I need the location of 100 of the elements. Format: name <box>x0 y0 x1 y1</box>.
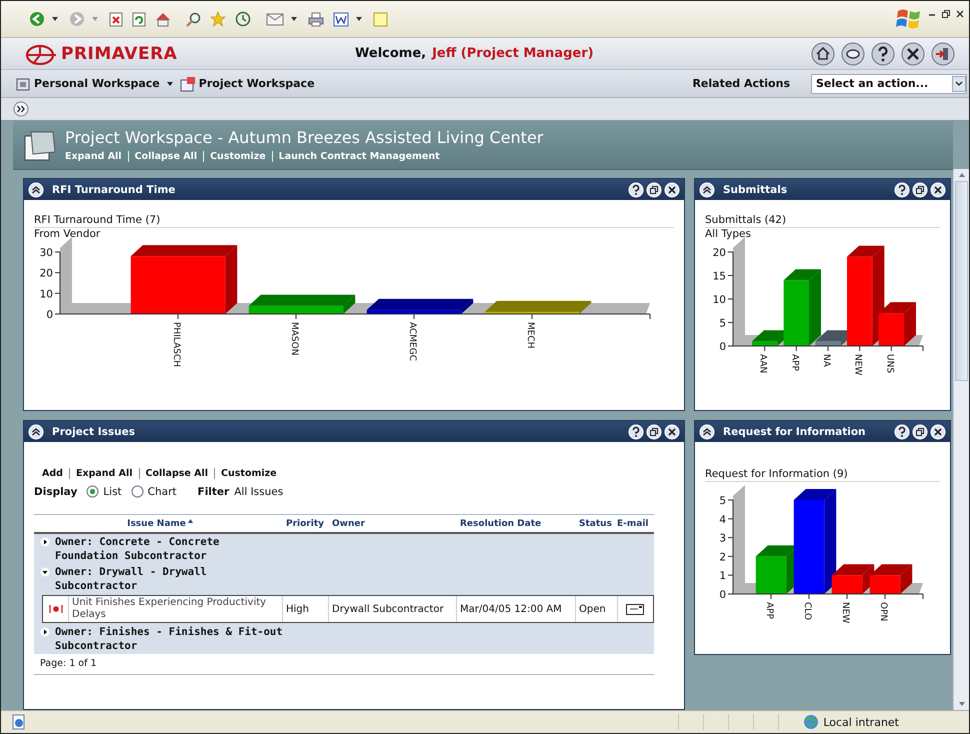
tick-label: 5 <box>719 318 726 330</box>
tick-label: 5 <box>719 495 726 507</box>
group-label: Owner: Drywall - Drywall Subcontractor <box>55 565 208 593</box>
welcome-text: Welcome, <box>355 46 426 61</box>
bar <box>878 313 904 346</box>
table-cell: High <box>283 596 329 622</box>
issue-icon <box>48 604 62 614</box>
workspace-link[interactable]: Collapse All <box>128 151 204 162</box>
bar <box>752 341 778 346</box>
issues-link[interactable]: Customize <box>214 468 283 479</box>
scrollbar[interactable] <box>953 169 969 710</box>
category-label: NEW <box>852 354 863 376</box>
column-header[interactable]: Priority <box>286 519 332 529</box>
column-header[interactable]: Owner <box>332 519 460 529</box>
tick-label: 30 <box>40 247 53 259</box>
category-label: UNS <box>884 354 894 374</box>
radio-label[interactable]: Chart <box>148 486 177 498</box>
collapse-icon[interactable] <box>699 182 715 198</box>
personal-workspace-link[interactable]: Personal Workspace <box>15 76 160 92</box>
home-icon[interactable] <box>811 42 835 66</box>
project-workspace-link[interactable]: Project Workspace <box>180 76 315 92</box>
radio-button[interactable] <box>86 485 100 498</box>
column-header[interactable]: E-mail <box>617 519 654 529</box>
category-label: CLO <box>802 602 812 620</box>
workspace-link[interactable]: Launch Contract Management <box>272 151 446 162</box>
tick-label: 0 <box>719 341 726 353</box>
tick-label: 20 <box>712 247 726 259</box>
dropdown-icon[interactable] <box>952 76 966 92</box>
restore-icon[interactable] <box>912 424 928 440</box>
chart-heading: Request for Information (9) <box>705 468 940 482</box>
display-label: Display <box>34 486 78 498</box>
restore-icon[interactable] <box>646 424 662 440</box>
radio-label[interactable]: List <box>103 486 122 498</box>
restore-icon[interactable] <box>912 182 928 198</box>
restore-icon[interactable] <box>941 9 951 19</box>
help-icon[interactable] <box>871 42 895 66</box>
security-zone: Local intranet <box>823 716 899 728</box>
refresh-icon[interactable] <box>132 12 146 26</box>
column-header[interactable]: Issue Name <box>34 519 286 529</box>
collapse-icon[interactable] <box>28 182 44 198</box>
tick-label: 20 <box>40 268 53 280</box>
bar <box>832 575 862 594</box>
workspace-title: Project Workspace - Autumn Breezes Assisted Living Center <box>65 128 544 147</box>
history-icon[interactable] <box>235 11 251 27</box>
printer-icon[interactable] <box>308 12 324 26</box>
disk-icon[interactable] <box>841 42 865 66</box>
bar <box>815 341 841 346</box>
column-header[interactable]: Status <box>579 519 617 529</box>
category-label: NEW <box>840 602 850 624</box>
collapse-icon[interactable] <box>699 424 715 440</box>
workspace-link[interactable]: Expand All <box>65 151 128 162</box>
close-icon[interactable] <box>955 9 965 19</box>
envelope-icon[interactable] <box>626 604 644 614</box>
user-name: Jeff (Project Manager) <box>432 46 594 61</box>
scroll-thumb[interactable] <box>955 181 968 381</box>
category-label: OPN <box>878 602 888 622</box>
issues-link[interactable]: Expand All <box>68 468 139 479</box>
action-select[interactable]: Select an action... <box>811 74 967 94</box>
bar <box>756 556 786 594</box>
restore-icon[interactable] <box>646 182 662 198</box>
dropdown-icon[interactable] <box>356 16 362 22</box>
table-cell: Drywall Subcontractor <box>329 596 457 622</box>
group-label: Owner: Finishes - Finishes & Fit-out Subcontractor <box>55 625 284 653</box>
table-cell[interactable]: Unit Finishes Experiencing Productivity Delays <box>69 596 283 622</box>
workspace-link[interactable]: Customize <box>203 151 272 162</box>
dropdown-icon[interactable] <box>52 16 58 22</box>
tick-label: 0 <box>719 589 726 601</box>
star-icon[interactable] <box>210 11 226 27</box>
portlet-title: Project Issues <box>52 426 135 438</box>
tick-label: 10 <box>40 288 53 300</box>
issues-link[interactable]: Collapse All <box>138 468 214 479</box>
filter-value[interactable]: All Issues <box>234 486 284 498</box>
tick-label: 0 <box>46 309 53 321</box>
chart-heading: Submittals (42) <box>705 214 940 228</box>
filter-label: Filter <box>198 486 230 498</box>
search-icon[interactable] <box>186 12 201 26</box>
issues-link[interactable]: Add <box>42 468 69 479</box>
dropdown-icon[interactable] <box>166 80 173 86</box>
category-label: NA <box>821 354 831 367</box>
collapse-icon[interactable] <box>28 424 44 440</box>
category-label: MECH <box>525 322 535 349</box>
tick-label: 4 <box>719 514 726 526</box>
tick-label: 15 <box>712 270 726 282</box>
table-cell: Open <box>576 596 618 622</box>
exit-icon[interactable] <box>931 42 955 66</box>
document-icon[interactable] <box>333 12 349 26</box>
portlet-title: RFI Turnaround Time <box>52 184 176 196</box>
dropdown-icon[interactable] <box>291 16 297 22</box>
mail-icon[interactable] <box>266 12 284 26</box>
logo-icon <box>25 42 57 64</box>
stop-icon[interactable] <box>109 12 123 26</box>
tick-label: 10 <box>712 294 726 306</box>
category-label: MASON <box>289 322 299 356</box>
expand-icon[interactable] <box>13 101 29 117</box>
category-label: AAN <box>758 354 768 374</box>
radio-button[interactable] <box>130 485 144 498</box>
back-icon[interactable] <box>29 11 45 27</box>
page-icon <box>11 714 27 730</box>
column-header[interactable]: Resolution Date <box>460 519 579 529</box>
table-cell: Mar/04/05 12:00 AM <box>457 596 576 622</box>
